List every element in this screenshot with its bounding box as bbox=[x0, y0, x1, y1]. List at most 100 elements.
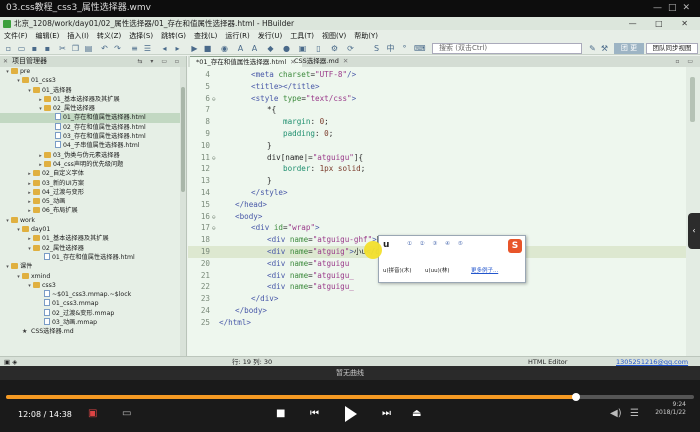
ime-candidate-list[interactable]: ① ② ③ ④ ⑤ bbox=[407, 241, 466, 247]
volume-icon[interactable]: ◀) bbox=[610, 408, 622, 419]
team-sync-view-button[interactable]: 团队同步视图 bbox=[646, 43, 698, 54]
menu-item[interactable]: 运行(R) bbox=[221, 30, 253, 42]
code-line[interactable]: 12 border: 1px solid; bbox=[188, 163, 686, 175]
copy-icon[interactable]: ❐ bbox=[71, 44, 80, 53]
tree-item[interactable]: ▸ 04_过渡与变形 bbox=[0, 188, 186, 197]
player-window-controls[interactable]: —□✕ bbox=[653, 0, 696, 17]
menu-item[interactable]: 工具(T) bbox=[286, 30, 318, 42]
menu-item[interactable]: 帮助(Y) bbox=[350, 30, 382, 42]
font-bigger-icon[interactable]: A bbox=[236, 44, 245, 53]
global-search-input[interactable]: 搜索 (双击Ctrl) bbox=[432, 43, 582, 54]
code-line[interactable]: 15 </head> bbox=[188, 199, 686, 211]
playlist-icon[interactable]: ☰ bbox=[630, 408, 639, 419]
player-side-panel-arrow-icon[interactable]: ‹ bbox=[688, 213, 700, 249]
tree-item[interactable]: ▾ 02_属性选择器 bbox=[0, 104, 186, 113]
editor-scrollbar[interactable] bbox=[686, 67, 700, 356]
menu-item[interactable]: 查找(L) bbox=[190, 30, 221, 42]
code-line[interactable]: 9 padding: 0; bbox=[188, 128, 686, 140]
code-area[interactable]: 4 <meta charset="UTF-8"/> 5 <title></title>… bbox=[188, 67, 686, 356]
quick-tool-2-icon[interactable]: ⚒ bbox=[600, 44, 609, 53]
open-folder-icon[interactable]: ▭ bbox=[17, 44, 26, 53]
tree-item[interactable]: ★ CSS选择器.md bbox=[0, 327, 186, 336]
tree-item[interactable]: ▸ 04_css声明的优先级问题 bbox=[0, 160, 186, 169]
play-icon[interactable] bbox=[345, 406, 357, 422]
tree-item[interactable]: ▾ 01_css3 bbox=[0, 76, 186, 85]
mobile-icon[interactable]: ▯ bbox=[314, 44, 323, 53]
explorer-scroll-thumb[interactable] bbox=[181, 87, 185, 192]
tree-item[interactable]: 03_动画.mmap bbox=[0, 318, 186, 327]
ime-option-1[interactable]: u(拼音)(木) bbox=[383, 266, 412, 274]
font-smaller-icon[interactable]: A bbox=[250, 44, 259, 53]
save-all-icon[interactable]: ▪ bbox=[43, 44, 52, 53]
code-line[interactable]: 8 margin: 0; bbox=[188, 116, 686, 128]
tag-icon[interactable]: ◆ bbox=[266, 44, 275, 53]
code-line[interactable]: 4 <meta charset="UTF-8"/> bbox=[188, 69, 686, 81]
redo-icon[interactable]: ↷ bbox=[113, 44, 122, 53]
tree-item[interactable]: 01_存在和值属性选择器.html bbox=[0, 252, 186, 262]
code-line[interactable]: 14 </style> bbox=[188, 187, 686, 199]
tree-item[interactable]: ▾ 课件 bbox=[0, 262, 186, 271]
stop-playback-icon[interactable]: ■ bbox=[276, 408, 285, 420]
settings-icon[interactable]: ⚙ bbox=[330, 44, 339, 53]
new-file-icon[interactable]: ▫ bbox=[4, 44, 13, 53]
editor-scroll-thumb[interactable] bbox=[690, 77, 695, 122]
code-line[interactable]: 23 </div> bbox=[188, 293, 686, 305]
tree-item[interactable]: ▸ 01_基本选择器及其扩展 bbox=[0, 95, 186, 104]
record-icon[interactable]: ▣ bbox=[88, 408, 97, 419]
tree-item[interactable]: 01_存在和值属性选择器.html bbox=[0, 113, 186, 123]
sync-icon[interactable]: ⟳ bbox=[346, 44, 355, 53]
save-icon[interactable]: ▪ bbox=[30, 44, 39, 53]
tree-item[interactable]: ▾ pre bbox=[0, 67, 186, 76]
paste-icon[interactable]: ▤ bbox=[84, 44, 93, 53]
menu-item[interactable]: 跳转(G) bbox=[157, 30, 190, 42]
tree-item[interactable]: ▾ 02_属性选择器 bbox=[0, 244, 186, 253]
explorer-scrollbar[interactable] bbox=[180, 67, 186, 356]
editor-tab[interactable]: CSS选择器.md ✕ bbox=[288, 56, 354, 67]
ime-more-link[interactable]: 更多例子... bbox=[471, 266, 498, 274]
tab-close-icon[interactable]: ✕ bbox=[343, 57, 348, 65]
screenshot-icon[interactable]: ▭ bbox=[122, 408, 131, 419]
menu-item[interactable]: 插入(I) bbox=[63, 30, 93, 42]
seek-bar-knob[interactable] bbox=[572, 393, 581, 401]
code-line[interactable]: 16 ⊖ <body> bbox=[188, 211, 686, 223]
forward-icon[interactable]: ▸ bbox=[173, 44, 182, 53]
chrome-icon[interactable]: ● bbox=[282, 44, 291, 53]
tree-item[interactable]: 03_存在和值属性选择器.html bbox=[0, 132, 186, 141]
code-line[interactable]: 7 *{ bbox=[188, 104, 686, 116]
tree-item[interactable]: ▸ 01_基本选择器及其扩展 bbox=[0, 234, 186, 243]
back-icon[interactable]: ◂ bbox=[160, 44, 169, 53]
code-line[interactable]: 5 <title></title> bbox=[188, 81, 686, 93]
comment-icon[interactable]: ≡ bbox=[130, 44, 139, 53]
next-icon[interactable]: ⏭ bbox=[382, 408, 391, 420]
ime-option-2[interactable]: u(uu)(林) bbox=[425, 266, 450, 274]
tree-item[interactable]: 02_过渡&变形.mmap bbox=[0, 308, 186, 318]
editor-tab[interactable]: *01_存在和值属性选择器.html ✕ bbox=[190, 56, 302, 67]
editor-tab-controls[interactable]: ▫ ▭ bbox=[675, 56, 696, 67]
browser-icon[interactable]: ◉ bbox=[220, 44, 229, 53]
tree-item[interactable]: ▾ css3 bbox=[0, 281, 186, 290]
code-line[interactable]: 6 ⊖ <style type="text/css"> bbox=[188, 93, 686, 105]
tree-item[interactable]: ▾ work bbox=[0, 216, 186, 225]
code-line[interactable]: 22 <div name="atguigu_ bbox=[188, 281, 686, 293]
menu-item[interactable]: 选择(S) bbox=[125, 30, 157, 42]
tree-item[interactable]: ▸ 06_布局扩展 bbox=[0, 206, 186, 215]
menu-item[interactable]: 视图(V) bbox=[318, 30, 350, 42]
quick-tool-icon[interactable]: ✎ bbox=[588, 44, 597, 53]
menu-item[interactable]: 文件(F) bbox=[0, 30, 32, 42]
menu-item[interactable]: 转义(Z) bbox=[93, 30, 125, 42]
menu-item[interactable]: 发行(U) bbox=[254, 30, 287, 42]
code-line[interactable]: 17 ⊖ <div id="wrap"> bbox=[188, 222, 686, 234]
code-line[interactable]: 25 </html> bbox=[188, 317, 686, 329]
tree-item[interactable]: ▸ 03_伪类与伪元素选择器 bbox=[0, 151, 186, 160]
tree-item[interactable]: ~$01_css3.mmap.~$lock bbox=[0, 290, 186, 299]
run-icon[interactable]: ▶ bbox=[190, 44, 199, 53]
stop-icon[interactable]: ■ bbox=[203, 44, 212, 53]
tree-item[interactable]: ▾ 01_选择器 bbox=[0, 86, 186, 95]
format-icon[interactable]: ☰ bbox=[143, 44, 152, 53]
undo-icon[interactable]: ↶ bbox=[100, 44, 109, 53]
seek-bar[interactable] bbox=[6, 393, 694, 401]
preview-icon[interactable]: ▣ bbox=[298, 44, 307, 53]
panel-controls[interactable]: ⇆ ▾ ▭ ▫ bbox=[138, 56, 183, 67]
menu-item[interactable]: 编辑(E) bbox=[32, 30, 64, 42]
cut-icon[interactable]: ✂ bbox=[58, 44, 67, 53]
